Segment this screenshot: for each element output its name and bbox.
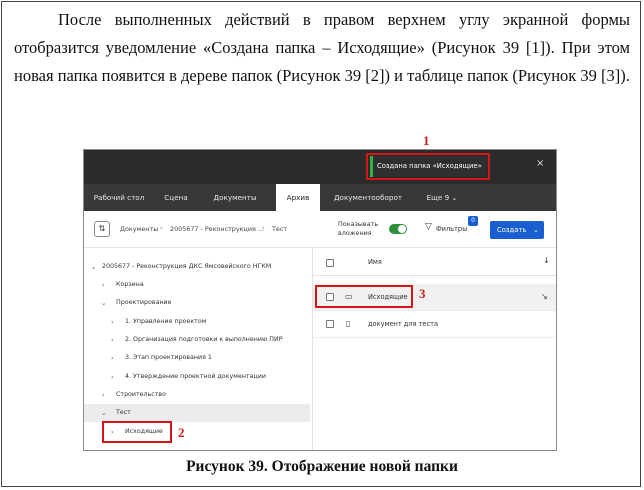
tree-item-root[interactable]: ⌄ 2005677 - Реконструкция ДКС Ямсовейско… <box>84 258 310 276</box>
chevron-right-icon[interactable]: › <box>102 276 105 294</box>
document-icon: ▯ <box>346 319 351 328</box>
tab-scene[interactable]: Сцена <box>156 184 196 211</box>
list-row-document[interactable]: ▯ документ для теста <box>313 311 556 338</box>
chevron-down-icon[interactable]: ⌄ <box>101 404 106 422</box>
chevron-right-icon: › <box>160 224 163 232</box>
breadcrumb-project[interactable]: 2005677 - Реконструкция ... <box>170 225 264 233</box>
tab-desktop[interactable]: Рабочий стол <box>88 184 150 211</box>
close-icon[interactable]: × <box>536 158 544 169</box>
body-paragraph: После выполненных действий в правом верх… <box>14 10 630 85</box>
marker-number-2: 2 <box>178 425 185 440</box>
tree-item-design-1[interactable]: › 1. Управление проектом <box>84 313 310 331</box>
open-arrow-icon[interactable]: ↘ <box>541 284 548 310</box>
list-item-label: документ для теста <box>368 320 438 328</box>
tree-item-trash[interactable]: › Корзина <box>84 276 310 294</box>
figure-screenshot: Создана папка «Исходящие» × Рабочий стол… <box>83 149 557 451</box>
filters-button[interactable]: Фильтры <box>436 225 467 233</box>
marker-box-3 <box>315 285 413 308</box>
chevron-right-icon[interactable]: › <box>102 386 105 404</box>
show-attachments-toggle[interactable] <box>389 224 407 234</box>
tree-item-design[interactable]: ⌄ Проектирование <box>84 294 310 312</box>
tree-item-construction[interactable]: › Строительство <box>84 386 310 404</box>
tab-workflow[interactable]: Документооборот <box>330 184 406 211</box>
filter-icon[interactable]: ▽ <box>425 222 432 232</box>
row-checkbox[interactable] <box>326 320 334 328</box>
chevron-right-icon[interactable]: › <box>111 368 114 386</box>
show-attachments-label: Показывать вложения <box>338 220 379 237</box>
chevron-down-icon[interactable]: ⌄ <box>91 258 96 276</box>
pane-divider <box>312 247 313 450</box>
figure-caption: Рисунок 39. Отображение новой папки <box>186 458 458 475</box>
create-button-label: Создать <box>497 226 527 234</box>
breadcrumb-documents[interactable]: Документы <box>120 225 158 233</box>
select-all-checkbox[interactable] <box>326 259 334 267</box>
marker-box-1 <box>366 153 490 180</box>
tab-documents[interactable]: Документы <box>209 184 261 211</box>
chevron-down-icon[interactable]: ⌄ <box>533 221 539 239</box>
filters-badge: 0 <box>468 216 478 226</box>
marker-number-3: 3 <box>419 286 426 301</box>
chevron-right-icon: › <box>262 224 265 232</box>
chevron-down-icon[interactable]: ⌄ <box>101 294 106 312</box>
tree-item-test[interactable]: ⌄ Тест <box>84 404 310 422</box>
chevron-right-icon[interactable]: › <box>111 331 114 349</box>
chevron-right-icon[interactable]: › <box>111 349 114 367</box>
tree-item-design-4[interactable]: › 4. Утверждение проектной документации <box>84 368 310 386</box>
toolbar: ⇅ Документы › 2005677 - Реконструкция ..… <box>84 211 556 248</box>
column-name-header[interactable]: Имя <box>368 258 382 266</box>
chevron-right-icon[interactable]: › <box>111 313 114 331</box>
tree-item-design-2[interactable]: › 2. Организация подготовки к выполнению… <box>84 331 310 349</box>
tree-item-design-3[interactable]: › 3. Этап проектирования 1 <box>84 349 310 367</box>
marker-number-1: 1 <box>423 133 430 148</box>
marker-box-2 <box>102 421 172 443</box>
tab-archive[interactable]: Архив <box>276 184 320 211</box>
list-header: Имя ↓ <box>313 251 556 276</box>
tab-bar: Рабочий стол Сцена Документы Архив Докум… <box>84 184 556 211</box>
breadcrumb-test[interactable]: Тест <box>272 225 287 233</box>
tab-more[interactable]: Еще 9 ⌄ <box>420 184 464 211</box>
sort-arrow-icon[interactable]: ↓ <box>543 256 550 265</box>
tree-toggle-icon[interactable]: ⇅ <box>94 221 110 237</box>
create-button[interactable]: Создать ⌄ <box>490 221 544 239</box>
